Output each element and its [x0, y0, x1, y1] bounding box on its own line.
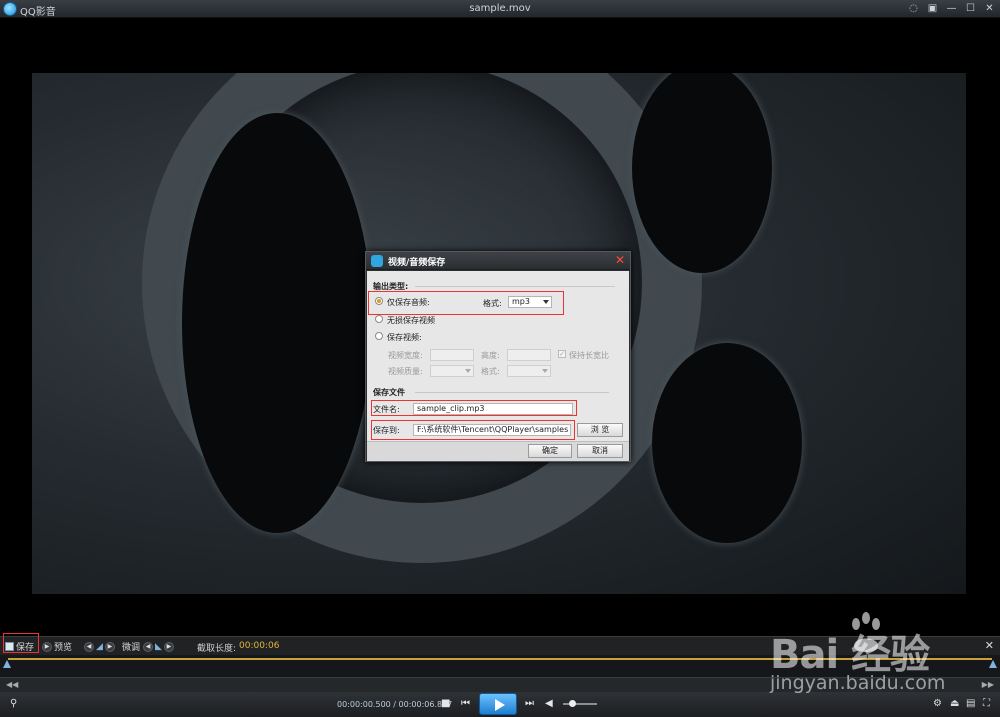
divider: [415, 286, 615, 287]
video-quality-select[interactable]: [430, 365, 474, 377]
save-file-heading: 保存文件: [373, 388, 405, 397]
audio-only-label[interactable]: 仅保存音频:: [387, 297, 430, 308]
minimize-icon[interactable]: —: [945, 2, 958, 15]
close-edit-icon[interactable]: ✕: [985, 639, 994, 652]
save-icon: [5, 642, 14, 651]
close-icon[interactable]: ✕: [983, 2, 996, 15]
fullscreen-icon[interactable]: ⛶: [983, 698, 990, 709]
dialog-body: 输出类型: 仅保存音频: 格式: mp3 无损保存视频 保存视频: 视频宽度: …: [367, 271, 629, 441]
time-display: 00:00:00.500 / 00:00:06.837: [337, 700, 453, 709]
chevron-down-icon: [542, 369, 548, 373]
edit-toolbar: 保存 ▶ 预览 ◀ ◢ ▶ 微调 ◀ ◣ ▶ 截取长度: 00:00:06 ✕: [0, 633, 1000, 655]
end-marker-controls: ◀ ◣ ▶: [143, 640, 174, 653]
start-marker-controls: ◀ ◢ ▶: [84, 640, 115, 653]
save-dialog: 视频/音频保存 ✕ 输出类型: 仅保存音频: 格式: mp3 无损保存视频 保存…: [365, 251, 631, 462]
chevron-down-icon: [543, 300, 549, 304]
clip-timeline[interactable]: [0, 655, 1000, 677]
save-tool-button[interactable]: 保存: [5, 640, 34, 653]
stop-icon[interactable]: ■: [441, 698, 450, 709]
tools-icon[interactable]: ⚲: [10, 698, 17, 709]
output-type-heading: 输出类型:: [373, 282, 409, 291]
cancel-button[interactable]: 取消: [577, 444, 623, 458]
playback-controls: ⚲ 00:00:00.500 / 00:00:06.837 ■ ⏮ ⏭ ◀ ⚙ …: [0, 692, 1000, 717]
save-video-radio[interactable]: [375, 332, 383, 340]
video-quality-label: 视频质量:: [388, 367, 423, 376]
filename-input[interactable]: sample_clip.mp3: [413, 403, 573, 415]
divider: [415, 392, 609, 393]
lossless-video-label[interactable]: 无损保存视频: [387, 315, 435, 326]
preview-label: 预览: [54, 643, 73, 653]
next-frame-icon[interactable]: ▶: [104, 641, 115, 652]
dialog-footer: 确定 取消: [367, 441, 629, 461]
video-width-label: 视频宽度:: [388, 351, 423, 360]
eject-icon[interactable]: ⏏: [950, 698, 959, 709]
dialog-title: 视频/音频保存: [388, 258, 446, 268]
video-shape: [652, 343, 802, 543]
dialog-title-bar: 视频/音频保存 ✕: [366, 252, 630, 270]
volume-icon[interactable]: ◀: [545, 698, 553, 709]
mini-mode-icon[interactable]: ◌: [907, 2, 920, 15]
prev-frame-icon[interactable]: ◀: [84, 641, 94, 652]
selection-range: [8, 658, 992, 660]
video-shape: [632, 73, 772, 273]
audio-format-label: 格式:: [483, 299, 502, 308]
dialog-close-icon[interactable]: ✕: [615, 254, 625, 266]
keep-ratio-label: 保持长宽比: [569, 351, 609, 360]
video-width-field[interactable]: [430, 349, 474, 361]
volume-knob[interactable]: [569, 700, 576, 707]
start-marker-icon: ◢: [96, 641, 103, 652]
lossless-video-radio[interactable]: [375, 315, 383, 323]
play-button[interactable]: [479, 693, 517, 715]
audio-format-select[interactable]: mp3: [508, 296, 552, 308]
maximize-icon[interactable]: ☐: [964, 2, 977, 15]
duration-label: 截取长度:: [197, 644, 237, 654]
filename-label: 文件名:: [373, 405, 400, 414]
save-tool-label: 保存: [16, 643, 35, 653]
height-field[interactable]: [507, 349, 551, 361]
play-small-icon: ▶: [42, 641, 52, 652]
finetune-label: 微调: [122, 643, 141, 653]
next-icon[interactable]: ⏭: [525, 698, 534, 709]
saveto-label: 保存到:: [373, 426, 400, 435]
forward-icon[interactable]: ▶▶: [982, 680, 994, 689]
duration-value: 00:00:06: [239, 641, 280, 651]
video-format-label: 格式:: [481, 367, 500, 376]
skin-icon[interactable]: ▣: [926, 2, 939, 15]
audio-format-value: mp3: [512, 297, 530, 306]
height-label: 高度:: [481, 351, 500, 360]
audio-only-radio[interactable]: [375, 297, 383, 305]
next-frame-icon[interactable]: ▶: [163, 641, 174, 652]
dialog-app-icon: [371, 255, 383, 267]
seek-bar[interactable]: ◀◀ ▶▶: [0, 677, 1000, 692]
rewind-icon[interactable]: ◀◀: [6, 680, 18, 689]
preview-button[interactable]: ▶ 预览: [42, 640, 72, 653]
ok-button[interactable]: 确定: [528, 444, 572, 458]
window-controls: ◌ ▣ — ☐ ✕: [907, 2, 996, 15]
start-handle[interactable]: [3, 660, 11, 668]
settings-icon[interactable]: ⚙: [933, 698, 942, 709]
keep-ratio-checkbox[interactable]: ✓: [558, 350, 566, 358]
previous-icon[interactable]: ⏮: [461, 698, 470, 709]
save-video-label[interactable]: 保存视频:: [387, 332, 422, 343]
browse-button[interactable]: 浏 览: [577, 423, 623, 437]
video-format-select[interactable]: [507, 365, 551, 377]
chevron-down-icon: [465, 369, 471, 373]
prev-frame-icon[interactable]: ◀: [143, 641, 153, 652]
playlist-icon[interactable]: ▤: [966, 698, 975, 709]
end-handle[interactable]: [989, 660, 997, 668]
window-title: sample.mov: [469, 3, 531, 14]
end-marker-icon: ◣: [155, 641, 162, 652]
video-shape: [182, 113, 372, 533]
saveto-input[interactable]: F:\系统软件\Tencent\QQPlayer\samples: [413, 424, 571, 436]
title-bar: QQ影音 sample.mov ◌ ▣ — ☐ ✕: [0, 0, 1000, 18]
